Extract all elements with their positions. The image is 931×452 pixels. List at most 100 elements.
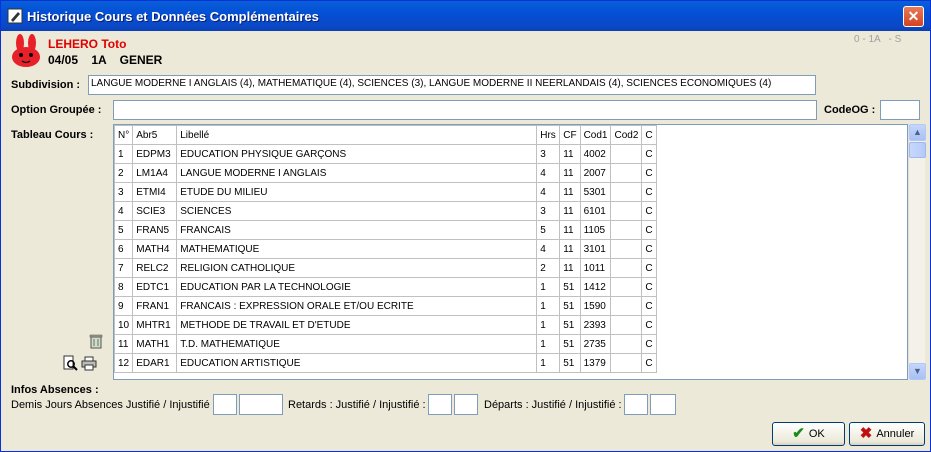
cell-c[interactable]: C [641, 182, 657, 202]
retards-justifie-field[interactable] [428, 394, 452, 415]
table-row[interactable]: 2 LM1A4 LANGUE MODERNE I ANGLAIS 4 11 2007 C [114, 163, 657, 183]
cell-libelle[interactable]: METHODE DE TRAVAIL ET D'ETUDE [176, 315, 538, 335]
table-row[interactable]: 5 FRAN5 FRANCAIS 5 11 1105 C [114, 220, 657, 240]
cell-hrs[interactable]: 3 [536, 201, 561, 221]
cell-libelle[interactable]: RELIGION CATHOLIQUE [176, 258, 538, 278]
cell-hrs[interactable]: 2 [536, 258, 561, 278]
cell-num[interactable]: 9 [114, 296, 134, 316]
subdivision-field[interactable]: LANGUE MODERNE I ANGLAIS (4), MATHEMATIQ… [88, 75, 816, 95]
cell-num[interactable]: 1 [114, 144, 134, 164]
table-row[interactable]: 3 ETMI4 ETUDE DU MILIEU 4 11 5301 C [114, 182, 657, 202]
cell-hrs[interactable]: 4 [536, 182, 561, 202]
cell-cod1[interactable]: 2007 [579, 163, 612, 183]
cell-libelle[interactable]: ETUDE DU MILIEU [176, 182, 538, 202]
cell-cf[interactable]: 51 [559, 296, 581, 316]
cell-cod1[interactable]: 1590 [579, 296, 612, 316]
cell-c[interactable]: C [641, 277, 657, 297]
cell-cod1[interactable]: 2393 [579, 315, 612, 335]
scroll-down-button[interactable]: ▼ [909, 363, 926, 380]
cell-cod1[interactable]: 1412 [579, 277, 612, 297]
scroll-up-button[interactable]: ▲ [909, 124, 926, 141]
cell-abr[interactable]: FRAN1 [132, 296, 178, 316]
cell-hrs[interactable]: 3 [536, 144, 561, 164]
cell-cod2[interactable] [610, 296, 643, 316]
cell-cod1[interactable]: 3101 [579, 239, 612, 259]
cell-cf[interactable]: 51 [559, 334, 581, 354]
table-row[interactable]: 4 SCIE3 SCIENCES 3 11 6101 C [114, 201, 657, 221]
cell-num[interactable]: 10 [114, 315, 134, 335]
col-header-abr[interactable]: Abr5 [132, 125, 178, 145]
cell-abr[interactable]: MHTR1 [132, 315, 178, 335]
cell-num[interactable]: 5 [114, 220, 134, 240]
col-header-num[interactable]: N° [114, 125, 134, 145]
cell-c[interactable]: C [641, 220, 657, 240]
cell-cod1[interactable]: 1011 [579, 258, 612, 278]
cell-cf[interactable]: 51 [559, 315, 581, 335]
cell-libelle[interactable]: EDUCATION PHYSIQUE GARÇONS [176, 144, 538, 164]
scroll-thumb[interactable] [909, 142, 926, 158]
cell-abr[interactable]: RELC2 [132, 258, 178, 278]
cell-cf[interactable]: 11 [559, 182, 581, 202]
table-row[interactable]: 10 MHTR1 METHODE DE TRAVAIL ET D'ETUDE 1 51 2… [114, 315, 657, 335]
col-header-c[interactable]: C [641, 125, 657, 145]
cell-c[interactable]: C [641, 201, 657, 221]
cell-cod1[interactable]: 5301 [579, 182, 612, 202]
cell-cod1[interactable]: 2735 [579, 334, 612, 354]
cell-cf[interactable]: 11 [559, 163, 581, 183]
table-row[interactable]: 7 RELC2 RELIGION CATHOLIQUE 2 11 1011 C [114, 258, 657, 278]
cell-c[interactable]: C [641, 353, 657, 373]
cell-cod2[interactable] [610, 144, 643, 164]
cell-c[interactable]: C [641, 296, 657, 316]
ok-button[interactable]: ✔ OK [772, 422, 845, 446]
vertical-scrollbar[interactable]: ▲ ▼ [908, 124, 926, 380]
trash-icon[interactable] [89, 334, 103, 349]
col-header-cf[interactable]: CF [559, 125, 581, 145]
table-row[interactable]: 12 EDAR1 EDUCATION ARTISTIQUE 1 51 1379 C [114, 353, 657, 373]
cell-abr[interactable]: ETMI4 [132, 182, 178, 202]
demi-jours-justifie-field[interactable] [213, 394, 237, 415]
cell-num[interactable]: 7 [114, 258, 134, 278]
cell-cf[interactable]: 11 [559, 144, 581, 164]
table-row[interactable]: 8 EDTC1 EDUCATION PAR LA TECHNOLOGIE 1 51 141… [114, 277, 657, 297]
cell-hrs[interactable]: 4 [536, 239, 561, 259]
cell-cf[interactable]: 11 [559, 239, 581, 259]
cell-abr[interactable]: SCIE3 [132, 201, 178, 221]
cell-abr[interactable]: EDAR1 [132, 353, 178, 373]
cell-c[interactable]: C [641, 315, 657, 335]
cell-cod1[interactable]: 1379 [579, 353, 612, 373]
col-header-libelle[interactable]: Libellé [176, 125, 538, 145]
print-preview-icon[interactable] [62, 355, 78, 371]
cell-cod2[interactable] [610, 277, 643, 297]
cell-cod2[interactable] [610, 258, 643, 278]
col-header-hrs[interactable]: Hrs [536, 125, 561, 145]
cell-c[interactable]: C [641, 144, 657, 164]
cell-abr[interactable]: MATH4 [132, 239, 178, 259]
close-button[interactable]: ✕ [903, 6, 924, 27]
cell-hrs[interactable]: 5 [536, 220, 561, 240]
col-header-cod2[interactable]: Cod2 [610, 125, 643, 145]
cell-hrs[interactable]: 4 [536, 163, 561, 183]
cell-cod2[interactable] [610, 182, 643, 202]
cell-libelle[interactable]: SCIENCES [176, 201, 538, 221]
cell-libelle[interactable]: EDUCATION PAR LA TECHNOLOGIE [176, 277, 538, 297]
cell-cf[interactable]: 11 [559, 258, 581, 278]
retards-injustifie-field[interactable] [454, 394, 478, 415]
cell-cod1[interactable]: 4002 [579, 144, 612, 164]
cancel-button[interactable]: ✖ Annuler [849, 422, 925, 446]
cell-cod2[interactable] [610, 220, 643, 240]
table-row[interactable]: 6 MATH4 MATHEMATIQUE 4 11 3101 C [114, 239, 657, 259]
cell-c[interactable]: C [641, 334, 657, 354]
col-header-cod1[interactable]: Cod1 [579, 125, 612, 145]
printer-icon[interactable] [81, 356, 97, 371]
departs-justifie-field[interactable] [624, 394, 648, 415]
cell-num[interactable]: 11 [114, 334, 134, 354]
cell-libelle[interactable]: T.D. MATHEMATIQUE [176, 334, 538, 354]
cell-abr[interactable]: FRAN5 [132, 220, 178, 240]
cell-libelle[interactable]: FRANCAIS [176, 220, 538, 240]
demi-jours-injustifie-field[interactable] [239, 394, 283, 415]
cell-cod1[interactable]: 1105 [579, 220, 612, 240]
cell-num[interactable]: 6 [114, 239, 134, 259]
cell-hrs[interactable]: 1 [536, 353, 561, 373]
cell-libelle[interactable]: EDUCATION ARTISTIQUE [176, 353, 538, 373]
cell-abr[interactable]: LM1A4 [132, 163, 178, 183]
